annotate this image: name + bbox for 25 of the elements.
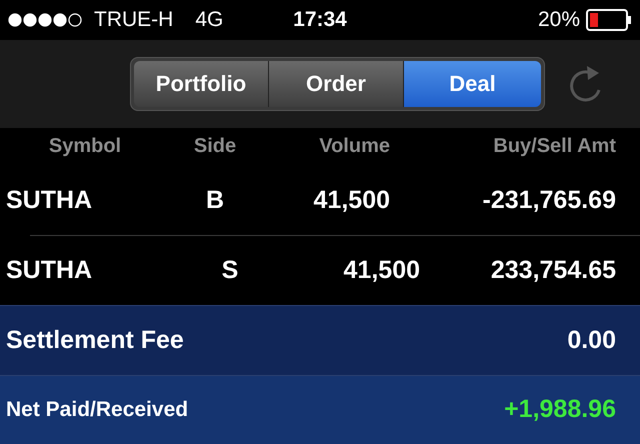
column-header: Buy/Sell Amt xyxy=(492,135,616,158)
network-type: 4G xyxy=(195,8,224,32)
amount-cell-text: -231,765.69 xyxy=(482,186,616,214)
signal-icon xyxy=(8,13,84,27)
view-tab[interactable]: Portfolio xyxy=(134,61,268,107)
side-cell-text: B xyxy=(204,186,226,214)
clock-time: 17:34 xyxy=(293,8,347,32)
battery-icon xyxy=(586,9,632,31)
amount-cell-text: 233,754.65 xyxy=(490,256,616,285)
summary-label: Settlement Fee xyxy=(6,326,184,355)
symbol-cell-text: SUTHA xyxy=(6,256,94,285)
column-header: Side xyxy=(192,135,238,158)
column-header: Symbol xyxy=(48,135,122,158)
summary-label: Net Paid/Received xyxy=(6,398,188,422)
side-cell-text: S xyxy=(220,256,240,285)
volume-cell-text: 41,500 xyxy=(312,186,390,214)
summary-value: 0.00 xyxy=(567,326,616,355)
summary-value: +1,988.96 xyxy=(504,395,616,424)
view-tab[interactable]: Deal xyxy=(403,61,541,107)
volume-cell-text: 41,500 xyxy=(342,256,420,285)
column-header: Volume xyxy=(318,135,390,158)
carrier-name: TRUE-H xyxy=(94,8,174,32)
battery-percent: 20% xyxy=(538,8,580,32)
symbol-cell-text: SUTHA xyxy=(5,186,94,214)
view-tab[interactable]: Order xyxy=(268,61,403,107)
